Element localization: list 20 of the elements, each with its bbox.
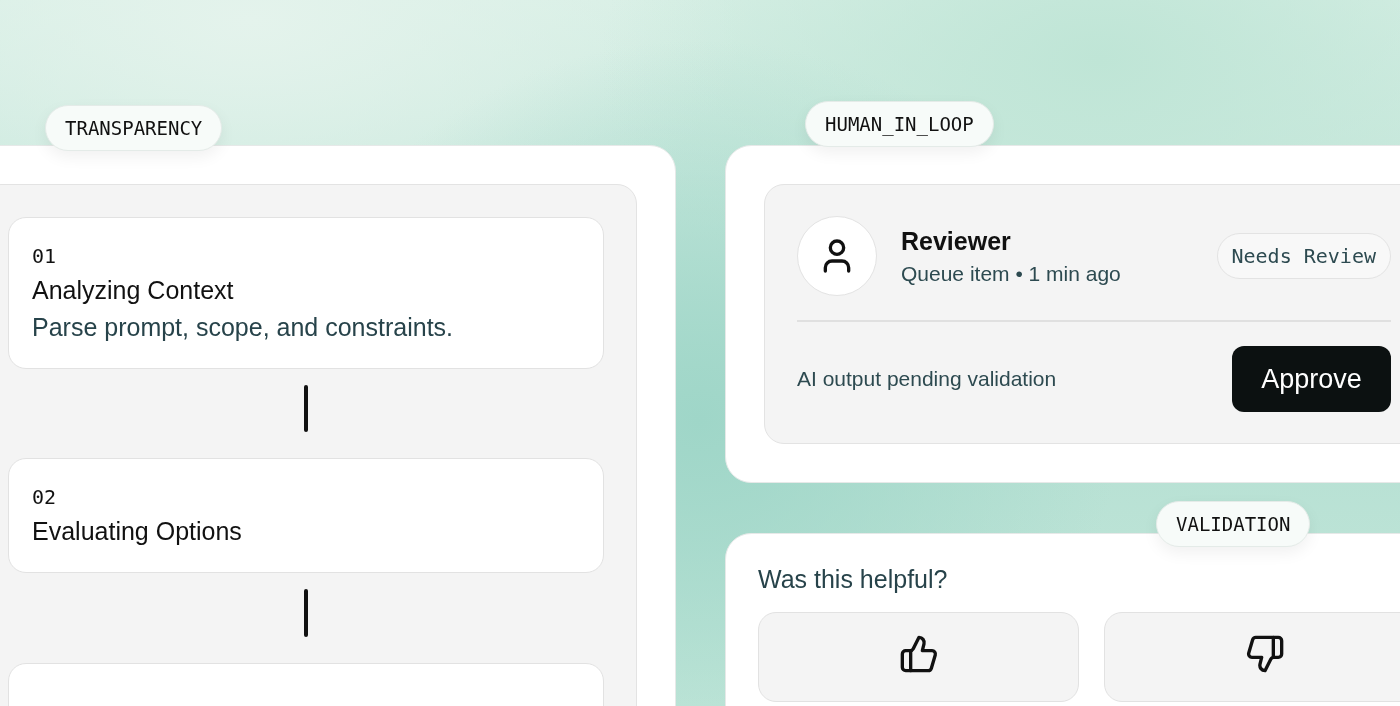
feedback-question: Was this helpful? xyxy=(758,565,949,594)
dislike-button[interactable] xyxy=(1104,612,1400,702)
pending-message: AI output pending validation xyxy=(797,367,1058,391)
step-number: 02 xyxy=(32,485,58,510)
queue-meta: Queue item • 1 min ago xyxy=(901,261,1122,286)
section-label: VALIDATION xyxy=(1156,501,1311,547)
connector-line xyxy=(304,589,308,637)
section-label: TRANSPARENCY xyxy=(45,105,223,151)
thumbs-up-icon xyxy=(898,634,939,674)
thumbs-down-icon xyxy=(1244,634,1285,674)
status-badge: Needs Review xyxy=(1216,233,1391,279)
step-number: 01 xyxy=(32,244,58,268)
approve-button[interactable]: Approve xyxy=(1232,346,1391,412)
like-button[interactable] xyxy=(758,612,1079,702)
step-description: Parse prompt, scope, and constraints. xyxy=(32,313,455,342)
section-label: HUMAN_IN_LOOP xyxy=(805,101,994,147)
step-title: Evaluating Options xyxy=(32,517,243,547)
reviewer-name: Reviewer xyxy=(901,226,1012,256)
connector-line xyxy=(304,384,308,433)
step-title: Analyzing Context xyxy=(32,276,235,305)
